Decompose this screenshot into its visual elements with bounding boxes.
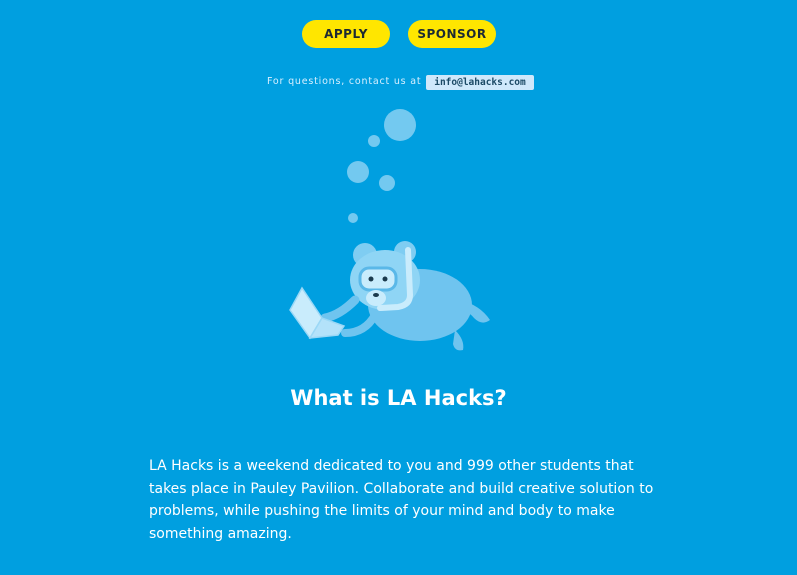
contact-line: For questions, contact us at info@lahack… <box>0 75 797 91</box>
bubble-icon <box>347 161 369 183</box>
snorkel-bear-with-laptop-icon <box>289 109 490 351</box>
sponsor-button[interactable]: SPONSOR <box>408 20 496 48</box>
cta-buttons: APPLY SPONSOR <box>0 20 797 48</box>
bubble-icon <box>348 213 358 223</box>
section-heading: What is LA Hacks? <box>290 386 507 410</box>
bubble-icon <box>379 175 395 191</box>
apply-button[interactable]: APPLY <box>302 20 390 48</box>
about-paragraph: LA Hacks is a weekend dedicated to you a… <box>149 458 654 542</box>
bubble-icon <box>384 109 416 141</box>
contact-email-link[interactable]: info@lahacks.com <box>426 75 534 90</box>
contact-text: For questions, contact us at <box>267 76 422 87</box>
bubble-icon <box>368 135 380 147</box>
